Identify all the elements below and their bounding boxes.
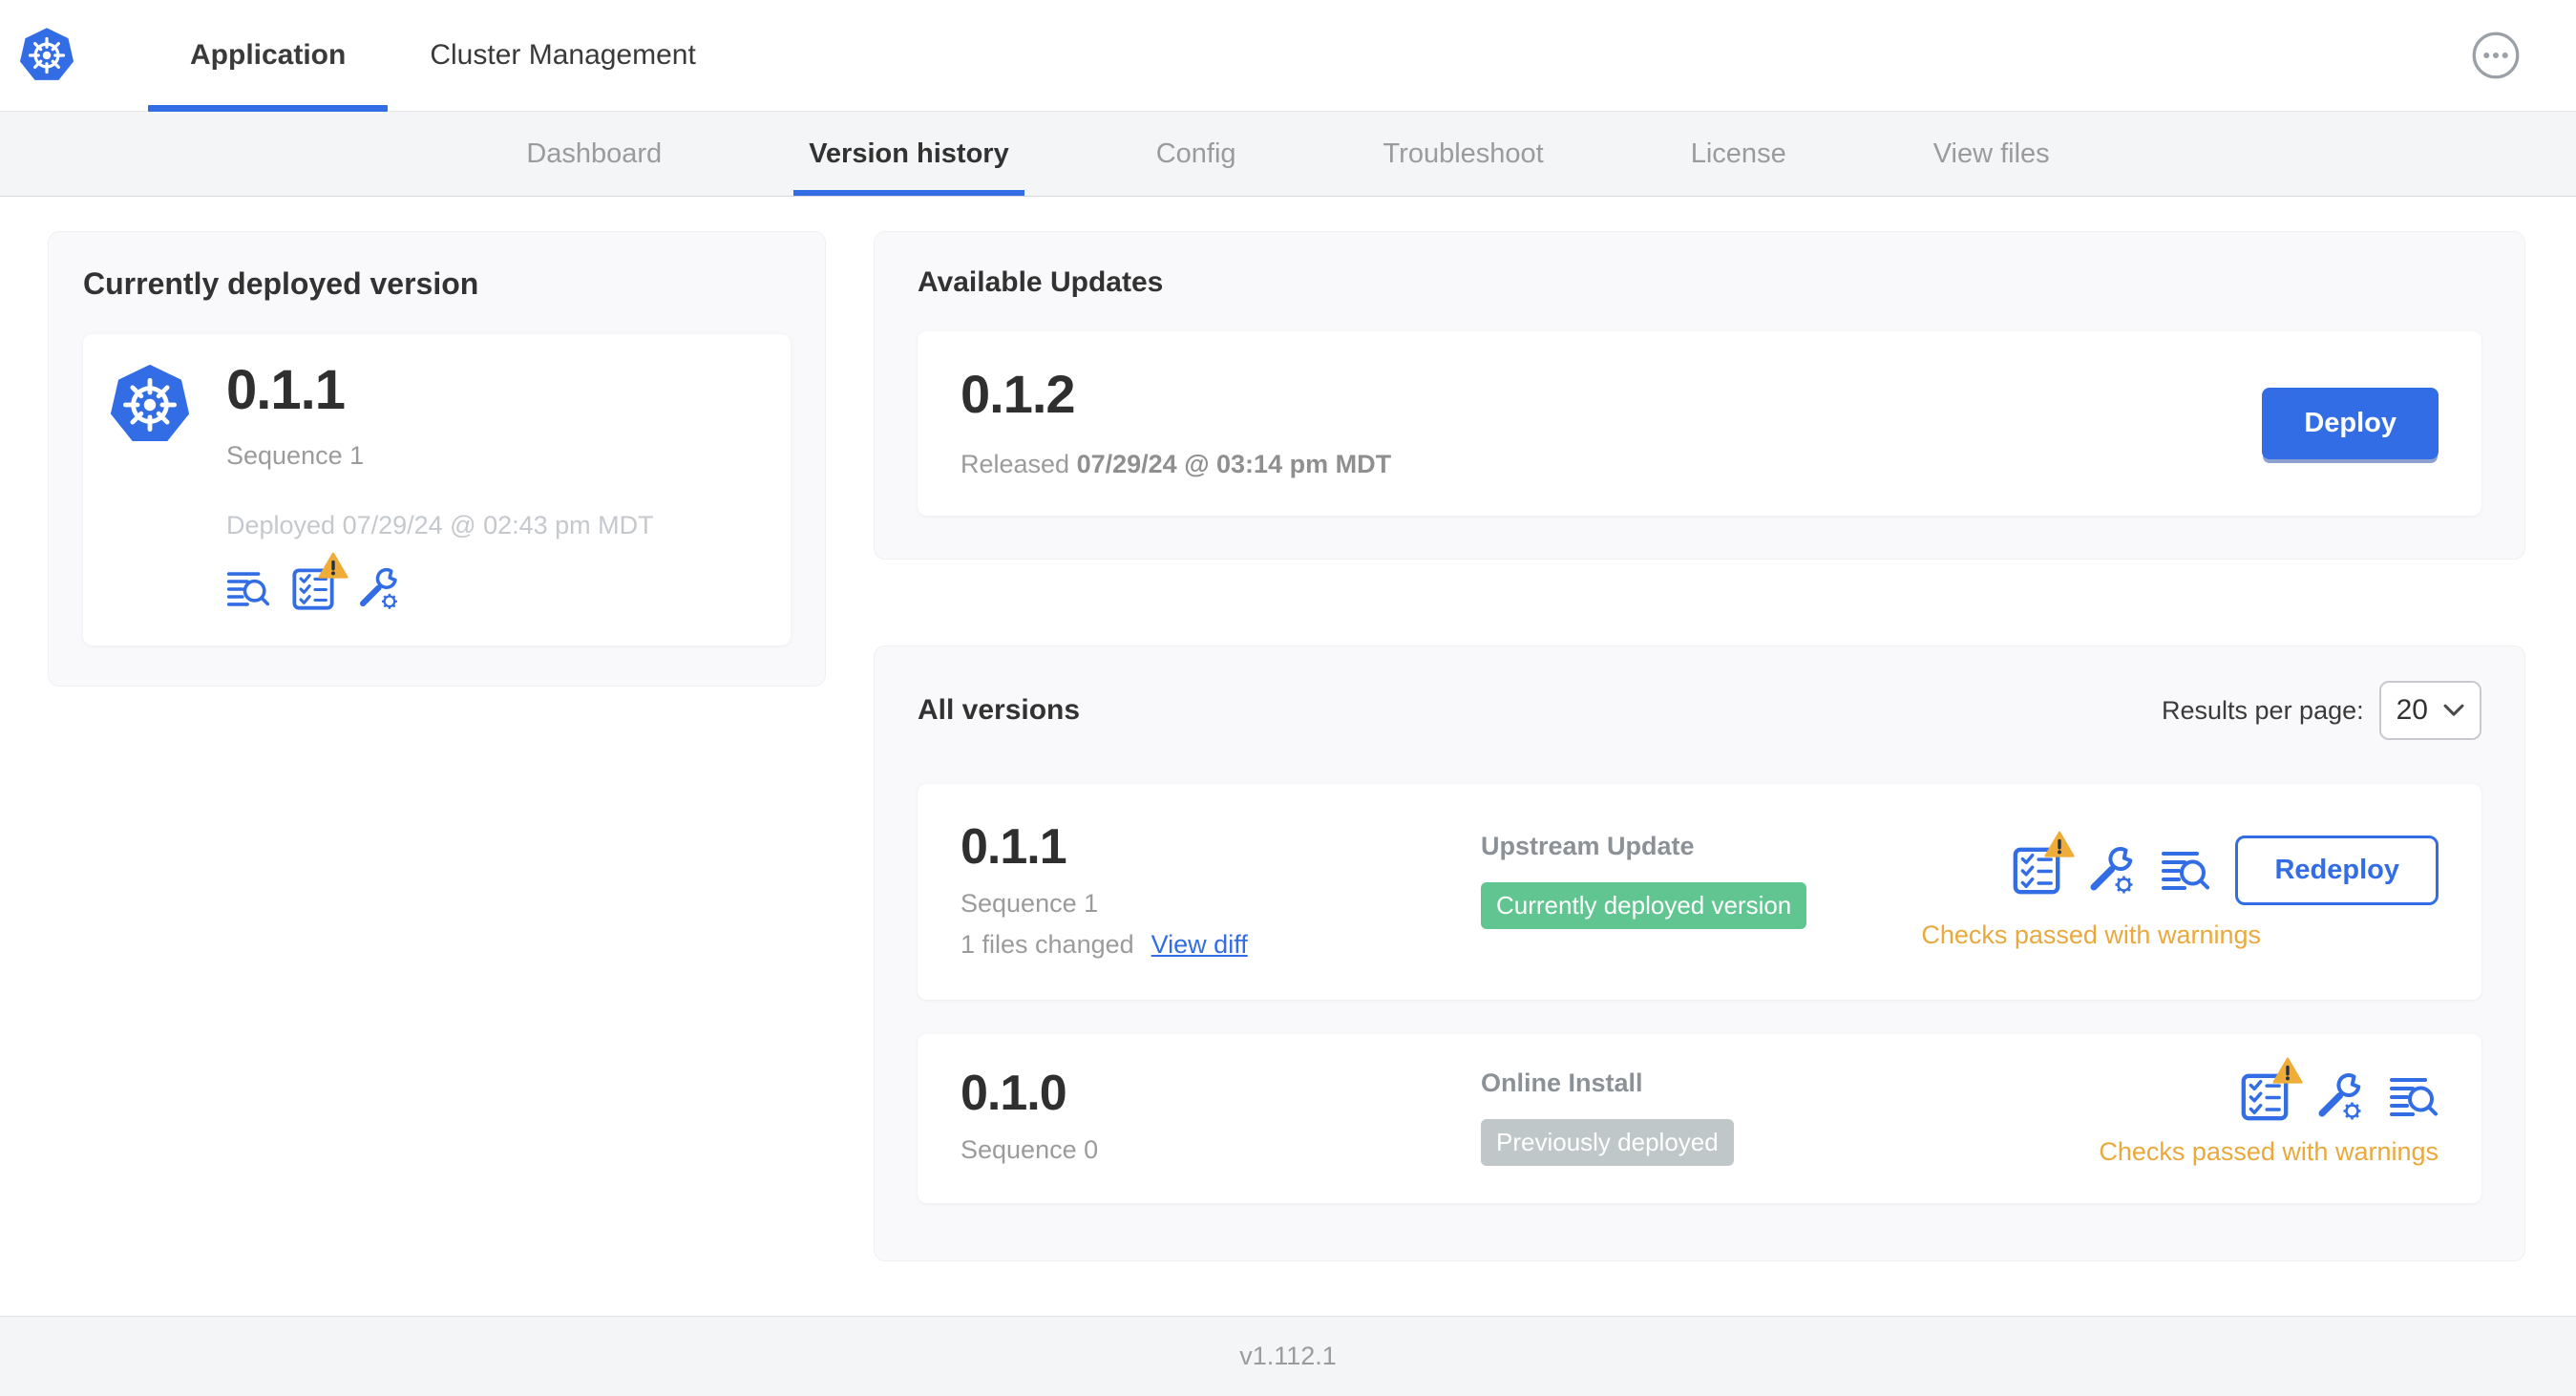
header-tabs: Application Cluster Management bbox=[148, 0, 738, 112]
version-action-icons bbox=[2240, 1072, 2439, 1122]
source-label: Online Install bbox=[1481, 1068, 1643, 1097]
source-label: Upstream Update bbox=[1481, 832, 1695, 860]
chevron-down-icon bbox=[2443, 704, 2464, 717]
redeploy-button[interactable]: Redeploy bbox=[2235, 835, 2439, 905]
status-badge: Previously deployed bbox=[1481, 1119, 1734, 1166]
checks-status-text[interactable]: Checks passed with warnings bbox=[2099, 1137, 2439, 1167]
checks-status-text[interactable]: Checks passed with warnings bbox=[1921, 920, 2261, 950]
subtab-view-files[interactable]: View files bbox=[1928, 112, 2056, 196]
currently-deployed-title: Currently deployed version bbox=[83, 266, 479, 301]
results-per-page-label: Results per page: bbox=[2162, 695, 2364, 725]
version-info: 0.1.0 Sequence 0 bbox=[961, 1068, 1481, 1165]
wrench-gear-icon[interactable] bbox=[356, 567, 400, 611]
version-row-0-1-0: 0.1.0 Sequence 0 Online Install Previous… bbox=[918, 1034, 2481, 1203]
update-released-line: Released 07/29/24 @ 03:14 pm MDT bbox=[961, 450, 1391, 479]
files-changed-line: 1 files changed View diff bbox=[961, 930, 1481, 960]
preflight-checks-button[interactable] bbox=[2012, 846, 2061, 896]
active-subtab-indicator bbox=[793, 190, 1024, 196]
subtab-version-history[interactable]: Version history bbox=[793, 112, 1024, 196]
version-action-icons: Redeploy bbox=[2012, 835, 2439, 905]
version-info: 0.1.1 Sequence 1 1 files changed View di… bbox=[961, 822, 1481, 960]
warning-triangle-icon bbox=[318, 552, 348, 580]
subtab-dashboard-label: Dashboard bbox=[526, 137, 663, 169]
deployed-sequence: Sequence 1 bbox=[226, 441, 365, 470]
tab-cluster-management-label: Cluster Management bbox=[430, 39, 696, 71]
version-source: Online Install Previously deployed bbox=[1481, 1068, 2099, 1166]
main-content: Currently deployed version 0.1.1 Sequenc… bbox=[0, 197, 2576, 1316]
right-column: Available Updates 0.1.2 Released 07/29/2… bbox=[874, 231, 2525, 1261]
files-changed-label: 1 files changed bbox=[961, 930, 1134, 959]
subtab-troubleshoot[interactable]: Troubleshoot bbox=[1378, 112, 1550, 196]
subtab-troubleshoot-label: Troubleshoot bbox=[1383, 137, 1544, 169]
overflow-menu-button[interactable] bbox=[2471, 31, 2521, 80]
logs-search-icon[interactable] bbox=[2389, 1072, 2439, 1122]
deploy-button[interactable]: Deploy bbox=[2262, 388, 2439, 459]
app-sub-nav: Dashboard Version history Config Trouble… bbox=[0, 112, 2576, 197]
deployed-action-icons bbox=[226, 567, 654, 611]
deployed-timestamp: Deployed 07/29/24 @ 02:43 pm MDT bbox=[226, 511, 654, 539]
available-update-row: 0.1.2 Released 07/29/24 @ 03:14 pm MDT D… bbox=[918, 331, 2481, 516]
all-versions-header: All versions Results per page: 20 bbox=[918, 681, 2481, 740]
ellipsis-circle-icon bbox=[2471, 31, 2521, 80]
subtab-dashboard[interactable]: Dashboard bbox=[520, 112, 667, 196]
wrench-gear-icon[interactable] bbox=[2086, 846, 2136, 896]
all-versions-card: All versions Results per page: 20 0.1.1 … bbox=[874, 645, 2525, 1261]
version-source: Upstream Update Currently deployed versi… bbox=[1481, 822, 1921, 929]
currently-deployed-panel: 0.1.1 Sequence 1 Deployed 07/29/24 @ 02:… bbox=[83, 334, 791, 645]
released-label: Released bbox=[961, 450, 1070, 478]
preflight-checks-button[interactable] bbox=[2240, 1072, 2290, 1122]
subtab-config-label: Config bbox=[1155, 137, 1236, 169]
page: Application Cluster Management Dashboard… bbox=[0, 0, 2576, 1396]
view-diff-link[interactable]: View diff bbox=[1151, 930, 1248, 960]
active-tab-indicator bbox=[148, 105, 389, 112]
wrench-gear-icon[interactable] bbox=[2314, 1072, 2364, 1122]
row-sequence: Sequence 0 bbox=[961, 1135, 1099, 1164]
all-versions-title: All versions bbox=[918, 694, 1081, 726]
app-footer: v1.112.1 bbox=[0, 1316, 2576, 1396]
version-actions: Checks passed with warnings bbox=[2099, 1068, 2439, 1167]
results-per-page-select[interactable]: 20 bbox=[2378, 681, 2481, 740]
deployed-details: 0.1.1 Sequence 1 Deployed 07/29/24 @ 02:… bbox=[226, 363, 654, 611]
update-version: 0.1.2 bbox=[961, 364, 1076, 424]
version-row-0-1-1: 0.1.1 Sequence 1 1 files changed View di… bbox=[918, 784, 2481, 1000]
released-timestamp: 07/29/24 @ 03:14 pm MDT bbox=[1076, 450, 1392, 478]
tab-application-label: Application bbox=[190, 39, 347, 71]
deployed-version: 0.1.1 bbox=[226, 359, 346, 421]
status-badge: Currently deployed version bbox=[1481, 882, 1807, 929]
subtab-config[interactable]: Config bbox=[1151, 112, 1242, 196]
results-per-page-value: 20 bbox=[2396, 694, 2428, 726]
tab-cluster-management[interactable]: Cluster Management bbox=[388, 0, 737, 111]
subtab-view-files-label: View files bbox=[1932, 137, 2050, 169]
app-icon bbox=[108, 363, 192, 447]
update-info: 0.1.2 Released 07/29/24 @ 03:14 pm MDT bbox=[961, 368, 1391, 479]
preflight-checks-button[interactable] bbox=[291, 567, 335, 611]
kubernetes-logo-icon bbox=[18, 27, 75, 84]
tab-application[interactable]: Application bbox=[148, 0, 389, 112]
row-version-number: 0.1.1 bbox=[961, 819, 1067, 875]
version-actions: Redeploy Checks passed with warnings bbox=[1921, 822, 2439, 950]
row-sequence: Sequence 1 bbox=[961, 889, 1099, 918]
results-per-page: Results per page: 20 bbox=[2162, 681, 2481, 740]
subtab-license-label: License bbox=[1690, 137, 1786, 169]
console-version: v1.112.1 bbox=[1239, 1342, 1337, 1370]
logs-search-icon[interactable] bbox=[226, 567, 270, 611]
logs-search-icon[interactable] bbox=[2161, 846, 2210, 896]
currently-deployed-card: Currently deployed version 0.1.1 Sequenc… bbox=[48, 231, 826, 687]
app-header: Application Cluster Management bbox=[0, 0, 2576, 112]
warning-triangle-icon bbox=[2044, 831, 2075, 858]
subtab-version-history-label: Version history bbox=[809, 137, 1009, 169]
row-version-number: 0.1.0 bbox=[961, 1066, 1067, 1121]
warning-triangle-icon bbox=[2272, 1057, 2303, 1085]
available-updates-card: Available Updates 0.1.2 Released 07/29/2… bbox=[874, 231, 2525, 560]
subtab-license[interactable]: License bbox=[1685, 112, 1792, 196]
available-updates-title: Available Updates bbox=[918, 266, 1164, 298]
